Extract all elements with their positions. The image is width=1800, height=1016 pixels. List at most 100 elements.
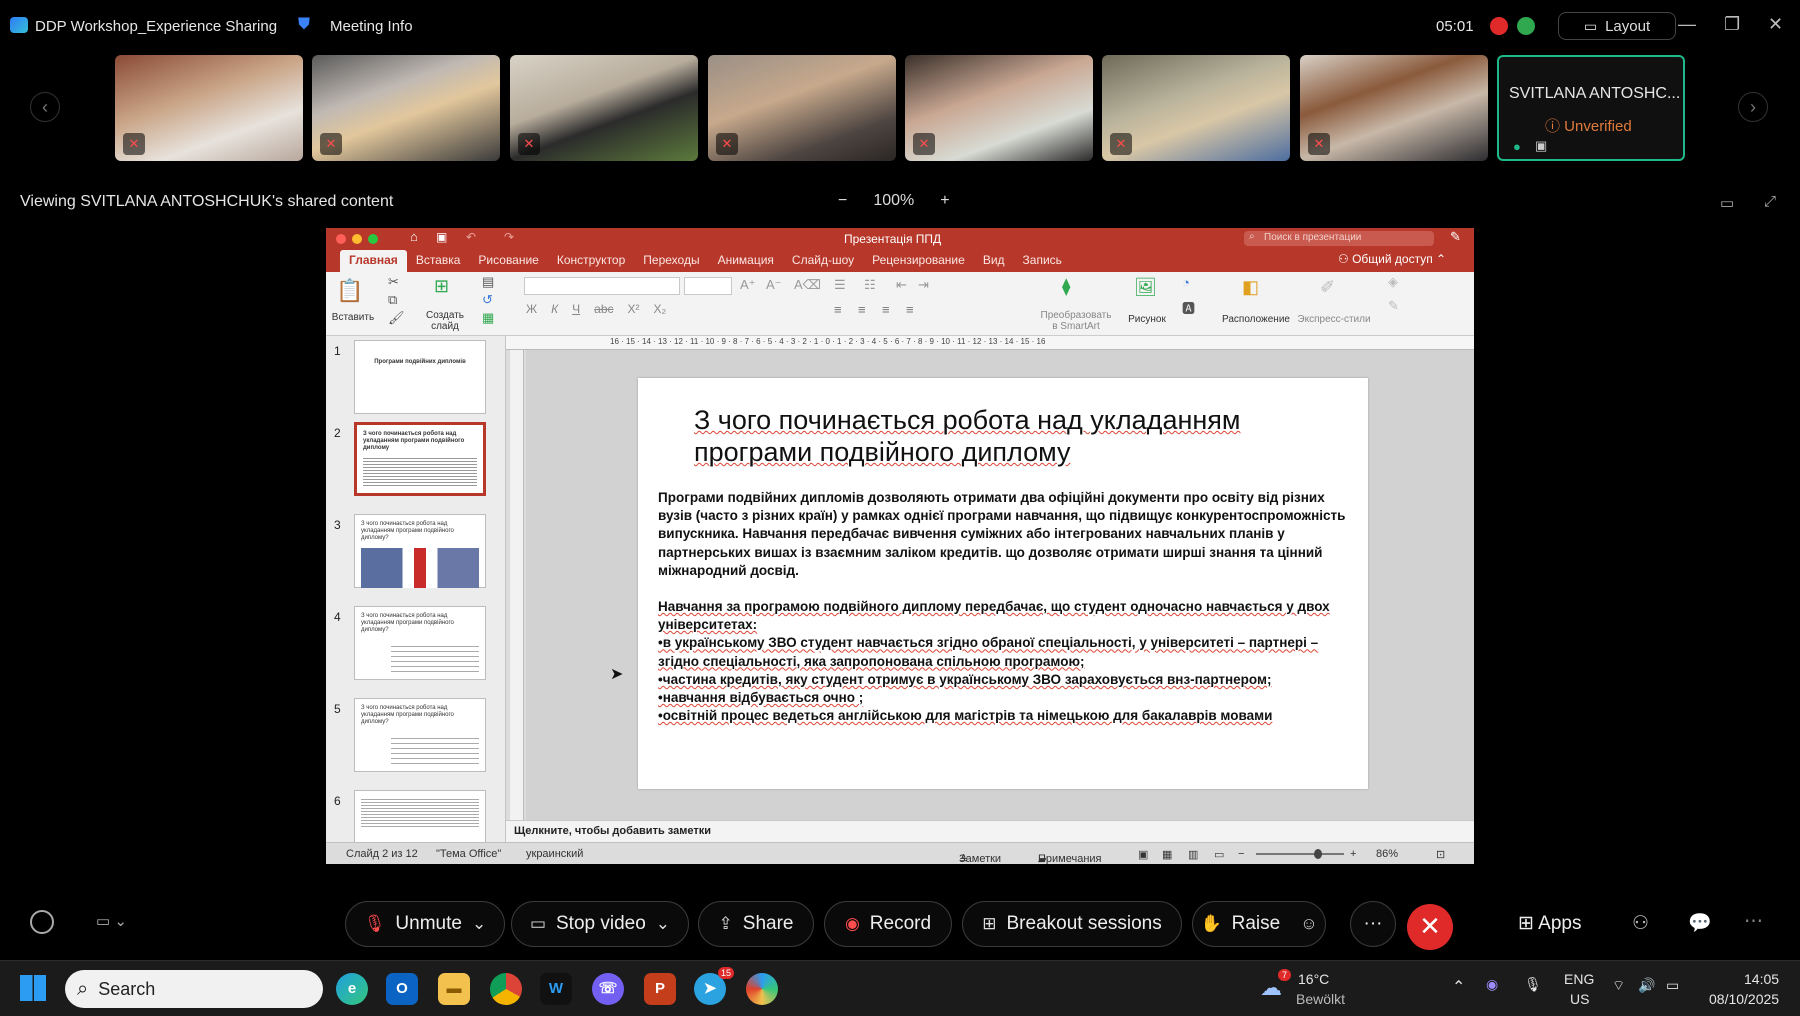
smartart-icon[interactable]: ⧫	[1062, 277, 1070, 297]
popout-share-icon[interactable]: ▭	[1720, 194, 1734, 212]
participant-video-5[interactable]: ✕	[905, 55, 1093, 161]
apps-button[interactable]: ⊞ Apps	[1518, 912, 1581, 935]
share-access-button[interactable]: ⚇ Общий доступ ⌃	[1338, 252, 1446, 266]
volume-icon[interactable]: 🔊	[1638, 977, 1655, 994]
user-icon[interactable]: ✎	[1450, 229, 1461, 245]
language-indicator[interactable]: украинский	[526, 848, 583, 860]
panel-more-icon[interactable]: ⋯	[1744, 910, 1763, 933]
self-participant-tile[interactable]: SVITLANA ANTOSHC... ⓘ Unverified ● ▣	[1497, 55, 1685, 161]
paste-icon[interactable]: 📋	[336, 278, 363, 304]
slide-thumbnail[interactable]	[354, 790, 486, 842]
slide-thumbnail[interactable]: З чого починається робота над укладанням…	[354, 698, 486, 772]
undo-icon[interactable]: ↶	[466, 230, 476, 244]
new-slide-icon[interactable]: ⊞	[434, 276, 449, 297]
windows-start-icon[interactable]	[20, 975, 46, 1001]
outlook-app-icon[interactable]: O	[386, 973, 418, 1005]
slide-title[interactable]: З чого починається робота над укладанням…	[694, 404, 1334, 468]
battery-icon[interactable]: ▭	[1666, 977, 1679, 994]
viber-app-icon[interactable]: ☏	[592, 973, 624, 1005]
unmute-button[interactable]: 🎙 Unmute ⌄	[345, 901, 505, 947]
bullets-icon[interactable]: ☰	[834, 277, 846, 293]
tab-insert[interactable]: Вставка	[407, 250, 470, 272]
wifi-icon[interactable]: ⌔	[1612, 977, 1625, 995]
align-center-icon[interactable]: ≡	[858, 302, 866, 317]
reactions-icon[interactable]: ☺	[1300, 914, 1317, 934]
format-painter-icon[interactable]: 🖌	[388, 310, 405, 326]
strikethrough-button[interactable]: abc	[594, 302, 613, 316]
underline-button[interactable]: Ч	[572, 302, 580, 316]
participant-video-1[interactable]: ✕	[115, 55, 303, 161]
slide-thumbnail[interactable]: З чого починається робота над укладанням…	[354, 606, 486, 680]
leave-meeting-button[interactable]: ✕	[1407, 904, 1453, 950]
raise-hand-button[interactable]: ✋ Raise ☺	[1192, 901, 1326, 947]
tab-design[interactable]: Конструктор	[548, 250, 634, 272]
mac-min-dot[interactable]	[352, 234, 362, 244]
participants-next-button[interactable]: ›	[1738, 92, 1768, 122]
tray-viber-icon[interactable]: ◉	[1486, 976, 1498, 993]
taskbar-search[interactable]: ⌕ Search	[65, 970, 323, 1008]
chevron-down-icon[interactable]: ⌄	[656, 914, 670, 934]
clock-date[interactable]: 08/10/2025	[1709, 991, 1779, 1007]
participants-panel-icon[interactable]: ⚇	[1632, 912, 1649, 935]
smartart-label-1[interactable]: Преобразовать	[1036, 310, 1116, 321]
slideshow-view-icon[interactable]: ▭	[1214, 848, 1224, 861]
meeting-info-link[interactable]: Meeting Info	[330, 18, 413, 35]
font-size-select[interactable]	[684, 277, 732, 295]
normal-view-icon[interactable]: ▣	[1138, 848, 1148, 861]
outline-icon[interactable]: ✎	[1388, 298, 1399, 314]
slide-body[interactable]: Програми подвійних дипломів дозволяють о…	[658, 489, 1358, 725]
participant-video-6[interactable]: ✕	[1102, 55, 1290, 161]
lang-line-2[interactable]: US	[1570, 991, 1589, 1007]
minimize-button[interactable]: —	[1678, 14, 1696, 35]
tray-expand-icon[interactable]: ⌃	[1452, 977, 1465, 997]
breakout-sessions-button[interactable]: ⊞ Breakout sessions	[962, 901, 1182, 947]
layout-icon[interactable]: ▤	[482, 274, 494, 290]
tab-animations[interactable]: Анимация	[709, 250, 783, 272]
align-left-icon[interactable]: ≡	[834, 302, 842, 317]
chat-icon[interactable]: 💬	[1688, 911, 1712, 935]
assistant-icon[interactable]	[30, 910, 54, 934]
new-slide-label-2[interactable]: слайд	[420, 321, 470, 332]
bold-button[interactable]: Ж	[526, 302, 537, 316]
tab-view[interactable]: Вид	[974, 250, 1014, 272]
mac-max-dot[interactable]	[368, 234, 378, 244]
mic-muted-tray-icon[interactable]: 🎙	[1524, 976, 1542, 993]
zoom-in-small-button[interactable]: +	[1350, 848, 1356, 860]
tab-transitions[interactable]: Переходы	[634, 250, 708, 272]
current-slide[interactable]: З чого починається робота над укладанням…	[638, 378, 1368, 789]
lang-line-1[interactable]: ENG	[1564, 971, 1594, 987]
edge-app-icon[interactable]: e	[336, 973, 368, 1005]
clear-format-icon[interactable]: A⌫	[794, 277, 821, 293]
quick-styles-icon[interactable]: ✐	[1320, 277, 1335, 298]
participant-video-3[interactable]: ✕	[510, 55, 698, 161]
zoom-slider[interactable]	[1256, 853, 1344, 855]
mac-close-dot[interactable]	[336, 234, 346, 244]
more-options-button[interactable]: ···	[1350, 901, 1396, 947]
slide-thumbnail[interactable]: Програми подвійних дипломів	[354, 340, 486, 414]
cut-icon[interactable]: ✂	[388, 274, 399, 290]
section-icon[interactable]: ▦	[482, 310, 494, 326]
fullscreen-icon[interactable]: ⤢	[1764, 193, 1776, 210]
reading-view-icon[interactable]: ▥	[1188, 848, 1198, 861]
file-explorer-app-icon[interactable]: ▬	[438, 973, 470, 1005]
sorter-view-icon[interactable]: ▦	[1162, 848, 1172, 861]
picture-icon[interactable]: 🖼	[1134, 277, 1157, 298]
restore-button[interactable]: ❐	[1724, 14, 1740, 35]
align-right-icon[interactable]: ≡	[882, 302, 890, 317]
superscript-button[interactable]: X²	[628, 302, 640, 316]
chevron-down-icon[interactable]: ⌄	[472, 914, 486, 934]
justify-icon[interactable]: ≡	[906, 302, 914, 317]
tab-record[interactable]: Запись	[1014, 250, 1071, 272]
grow-font-icon[interactable]: A⁺	[740, 277, 756, 293]
fit-slide-icon[interactable]: ⊡	[1436, 848, 1445, 861]
smartart-label-2[interactable]: в SmartArt	[1036, 321, 1116, 332]
powerpoint-app-icon[interactable]: P	[644, 973, 676, 1005]
tab-slideshow[interactable]: Слайд-шоу	[783, 250, 863, 272]
reset-icon[interactable]: ↺	[482, 292, 493, 308]
share-button[interactable]: ⇪ Share	[698, 901, 814, 947]
record-button[interactable]: ◉ Record	[824, 901, 952, 947]
paste-button-label[interactable]: Вставить	[331, 312, 375, 323]
weather-desc[interactable]: Bewölkt	[1296, 991, 1345, 1007]
chrome-app-icon[interactable]	[490, 973, 522, 1005]
participants-prev-button[interactable]: ‹	[30, 92, 60, 122]
